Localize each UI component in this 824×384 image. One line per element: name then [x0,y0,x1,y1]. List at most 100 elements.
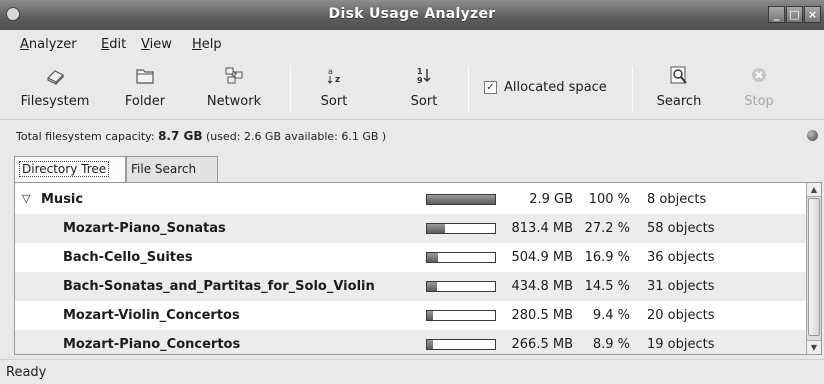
tree-row[interactable]: Bach-Cello_Suites 504.9 MB 16.9 % 36 obj… [15,243,808,272]
tab-directory-tree[interactable]: Directory Tree [14,156,126,184]
folder-percent: 100 % [588,192,630,207]
sort-19-icon: 1 9 [417,67,431,85]
folder-size: 504.9 MB [511,250,573,265]
menu-edit[interactable]: Edit [101,37,126,52]
folder-name: Music [41,192,84,207]
folder-name: Bach-Cello_Suites [63,250,193,265]
usage-bar [426,339,496,350]
folder-icon [136,69,154,84]
tree-row[interactable]: ▽ Music 2.9 GB 100 % 8 objects [15,185,808,214]
allocated-space-label[interactable]: Allocated space [504,80,607,95]
folder-name: Mozart-Piano_Sonatas [63,221,226,236]
title-bar: Disk Usage Analyzer _ □ × [0,0,824,30]
tab-file-search[interactable]: File Search [126,156,218,182]
status-text: Ready [6,365,47,380]
folder-size: 280.5 MB [511,308,573,323]
sort-az-icon: a z [327,67,340,85]
usage-bar-fill [427,282,437,291]
menu-view[interactable]: View [141,37,172,52]
vertical-scrollbar[interactable]: ▲ ▼ [806,183,821,354]
folder-objects: 36 objects [647,250,715,265]
usage-bar-fill [427,253,439,262]
search-label: Search [656,94,702,109]
tab-directory-tree-label: Directory Tree [19,161,110,177]
folder-percent: 27.2 % [584,221,630,236]
toolbar-separator [468,66,469,112]
toolbar-separator [290,66,291,112]
svg-text:1: 1 [417,67,423,76]
network-icon [225,67,243,84]
scroll-down-icon[interactable]: ▼ [807,340,821,354]
folder-objects: 19 objects [647,337,715,352]
usage-bar [426,252,496,263]
folder-size: 813.4 MB [511,221,573,236]
minimize-button[interactable]: _ [768,6,785,23]
maximize-button[interactable]: □ [786,6,803,23]
tree-row[interactable]: Bach-Sonatas_and_Partitas_for_Solo_Violi… [15,272,808,301]
network-label: Network [206,94,262,109]
tree-row[interactable]: Mozart-Violin_Concertos 280.5 MB 9.4 % 2… [15,301,808,330]
folder-size: 2.9 GB [529,192,573,207]
usage-bar [426,223,496,234]
search-button[interactable]: Search [648,58,710,120]
folder-objects: 58 objects [647,221,715,236]
folder-objects: 8 objects [647,192,707,207]
allocated-space-checkbox[interactable]: ✓ [484,81,497,94]
menu-analyzer[interactable]: Analyzer [20,37,77,52]
tree-row[interactable]: Mozart-Piano_Sonatas 813.4 MB 27.2 % 58 … [15,214,808,243]
usage-bar [426,310,496,321]
tree-row[interactable]: Mozart-Piano_Concertos 266.5 MB 8.9 % 19… [15,330,808,354]
folder-label: Folder [124,94,166,109]
capacity-prefix: Total filesystem capacity: [16,130,155,143]
filesystem-label: Filesystem [20,94,90,109]
sort-az-label: Sort [320,94,348,109]
stop-label: Stop [744,94,774,109]
window-title: Disk Usage Analyzer [328,6,496,22]
network-button[interactable]: Network [196,58,272,120]
capacity-total: 8.7 GB [158,129,203,143]
usage-bar-fill [427,224,446,233]
usage-bar-fill [427,340,434,349]
capacity-detail: (used: 2.6 GB available: 6.1 GB ) [206,130,387,143]
svg-text:a: a [328,67,333,76]
scrollbar-thumb[interactable] [808,198,820,336]
capacity-info: Total filesystem capacity: 8.7 GB (used:… [16,129,386,143]
tab-file-search-label: File Search [131,162,197,176]
folder-percent: 8.9 % [592,337,630,352]
folder-percent: 16.9 % [584,250,630,265]
sort-19-button[interactable]: 1 9 Sort [396,58,452,120]
folder-percent: 9.4 % [592,308,630,323]
folder-name: Mozart-Violin_Concertos [63,308,240,323]
folder-percent: 14.5 % [584,279,630,294]
harddisk-icon [46,70,65,85]
folder-objects: 20 objects [647,308,715,323]
filesystem-button[interactable]: Filesystem [10,58,100,120]
svg-text:9: 9 [417,76,423,85]
folder-name: Bach-Sonatas_and_Partitas_for_Solo_Violi… [63,279,375,294]
menu-help[interactable]: Help [192,37,222,52]
close-button[interactable]: × [804,6,821,23]
status-bar: Ready [0,359,824,384]
folder-button[interactable]: Folder [112,58,178,120]
folder-objects: 31 objects [647,279,715,294]
folder-size: 434.8 MB [511,279,573,294]
usage-bar [426,194,496,205]
expander-icon[interactable]: ▽ [22,192,30,205]
menu-bar: Analyzer Edit View Help [0,30,824,58]
usage-bar [426,281,496,292]
directory-tree: ▽ Music 2.9 GB 100 % 8 objects Mozart-Pi… [14,182,822,355]
scroll-up-icon[interactable]: ▲ [807,183,821,197]
stop-button[interactable]: Stop [734,58,784,120]
folder-size: 266.5 MB [511,337,573,352]
sort-19-label: Sort [410,94,438,109]
stop-icon [752,68,766,82]
svg-text:z: z [335,75,340,85]
toolbar-separator [632,66,633,112]
sort-az-button[interactable]: a z Sort [306,58,362,120]
toolbar: Filesystem Folder Network a z Sort 1 9 S… [0,58,824,120]
usage-bar-fill [427,195,495,204]
activity-indicator-icon [807,130,818,141]
search-icon [670,66,687,84]
usage-bar-fill [427,311,434,320]
folder-name: Mozart-Piano_Concertos [63,337,241,352]
